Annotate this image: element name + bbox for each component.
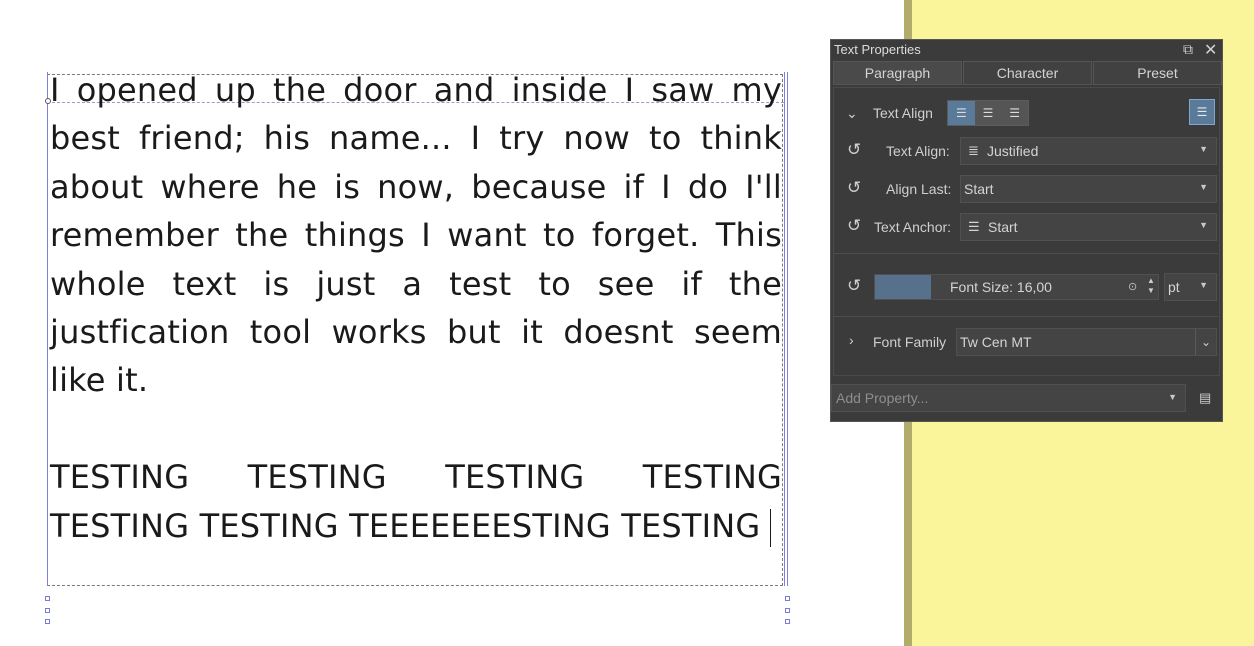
frame-left-guide bbox=[47, 72, 48, 586]
divider bbox=[833, 253, 1218, 254]
add-property-placeholder: Add Property... bbox=[836, 390, 929, 406]
text-properties-panel: Text Properties ⧉ ✕ Paragraph Character … bbox=[830, 39, 1223, 422]
dropdown-arrow-icon: ▼ bbox=[1199, 280, 1208, 290]
dropdown-arrow-icon: ▼ bbox=[1199, 144, 1208, 154]
font-size-value: Font Size: 16,00 bbox=[950, 279, 1052, 295]
font-family-label: Font Family bbox=[873, 334, 947, 350]
paragraph-2-text: TESTING TESTING TESTING TESTING TESTING … bbox=[50, 458, 782, 545]
dropdown-arrow-icon: ▼ bbox=[1168, 392, 1177, 402]
resize-handle[interactable] bbox=[45, 596, 50, 601]
spin-arrows-icon[interactable]: ▲ ▼ bbox=[1147, 276, 1155, 296]
reset-icon[interactable]: ↺ bbox=[847, 178, 861, 198]
align-last-label: Align Last: bbox=[886, 181, 952, 197]
font-size-unit: pt bbox=[1168, 279, 1180, 295]
text-align-section-label: Text Align bbox=[873, 105, 933, 121]
resize-handle[interactable] bbox=[785, 596, 790, 601]
resize-handle[interactable] bbox=[45, 608, 50, 613]
text-align-label: Text Align: bbox=[886, 143, 950, 159]
text-align-combo[interactable]: ≣ Justified ▼ bbox=[960, 137, 1217, 165]
align-left-icon[interactable]: ☰ bbox=[948, 101, 975, 125]
panel-title: Text Properties bbox=[834, 42, 921, 57]
reset-icon[interactable]: ↺ bbox=[847, 216, 861, 236]
font-size-unit-combo[interactable]: pt ▼ bbox=[1164, 273, 1217, 301]
tab-paragraph[interactable]: Paragraph bbox=[833, 61, 962, 85]
add-property-combo[interactable]: Add Property... ▼ bbox=[831, 384, 1186, 412]
text-align-buttons: ☰ ☰ ☰ bbox=[947, 100, 1029, 126]
menu-icon[interactable]: ▤ bbox=[1199, 390, 1211, 406]
tab-preset[interactable]: Preset bbox=[1093, 61, 1222, 85]
dropdown-arrow-icon: ▼ bbox=[1199, 220, 1208, 230]
align-last-value: Start bbox=[964, 181, 994, 197]
font-size-spinbox[interactable]: Font Size: 16,00 ⊙ ▲ ▼ bbox=[874, 274, 1159, 300]
resize-handle[interactable] bbox=[785, 619, 790, 624]
justify-icon[interactable]: ☰ bbox=[1189, 99, 1215, 125]
close-icon[interactable]: ✕ bbox=[1204, 40, 1217, 60]
reset-icon[interactable]: ↺ bbox=[847, 140, 861, 160]
font-size-slider-fill bbox=[875, 275, 931, 299]
tab-bar: Paragraph Character Preset bbox=[833, 61, 1222, 85]
chevron-down-icon[interactable]: ⌄ bbox=[1195, 329, 1216, 355]
float-icon[interactable]: ⧉ bbox=[1183, 41, 1193, 58]
resize-handle[interactable] bbox=[45, 619, 50, 624]
text-anchor-label: Text Anchor: bbox=[874, 219, 952, 235]
chevron-right-icon[interactable]: › bbox=[849, 332, 854, 348]
dropdown-arrow-icon: ▼ bbox=[1199, 182, 1208, 192]
font-family-combo[interactable]: Tw Cen MT ⌄ bbox=[956, 328, 1217, 356]
align-right-icon[interactable]: ☰ bbox=[1001, 101, 1028, 125]
align-last-combo[interactable]: Start ▼ bbox=[960, 175, 1217, 203]
paragraph-1[interactable]: I opened up the door and inside I saw my… bbox=[50, 66, 782, 405]
chevron-down-icon[interactable]: ⌄ bbox=[846, 105, 858, 122]
text-cursor bbox=[770, 508, 772, 547]
resize-handle[interactable] bbox=[785, 608, 790, 613]
font-family-value: Tw Cen MT bbox=[960, 334, 1032, 350]
frame-right-guide bbox=[787, 72, 788, 586]
text-align-value: Justified bbox=[987, 143, 1039, 159]
divider bbox=[833, 316, 1218, 317]
align-left-icon: ☰ bbox=[968, 219, 980, 234]
target-icon[interactable]: ⊙ bbox=[1128, 280, 1137, 293]
reset-icon[interactable]: ↺ bbox=[847, 276, 861, 296]
paragraph-2[interactable]: TESTING TESTING TESTING TESTING TESTING … bbox=[50, 453, 782, 550]
text-anchor-value: Start bbox=[988, 219, 1018, 235]
tab-character[interactable]: Character bbox=[963, 61, 1092, 85]
justify-icon: ≣ bbox=[968, 143, 979, 158]
text-anchor-combo[interactable]: ☰ Start ▼ bbox=[960, 213, 1217, 241]
align-center-icon[interactable]: ☰ bbox=[975, 101, 1002, 125]
text-shape[interactable]: I opened up the door and inside I saw my… bbox=[50, 66, 782, 550]
frame-right-inner-guide bbox=[784, 72, 785, 586]
